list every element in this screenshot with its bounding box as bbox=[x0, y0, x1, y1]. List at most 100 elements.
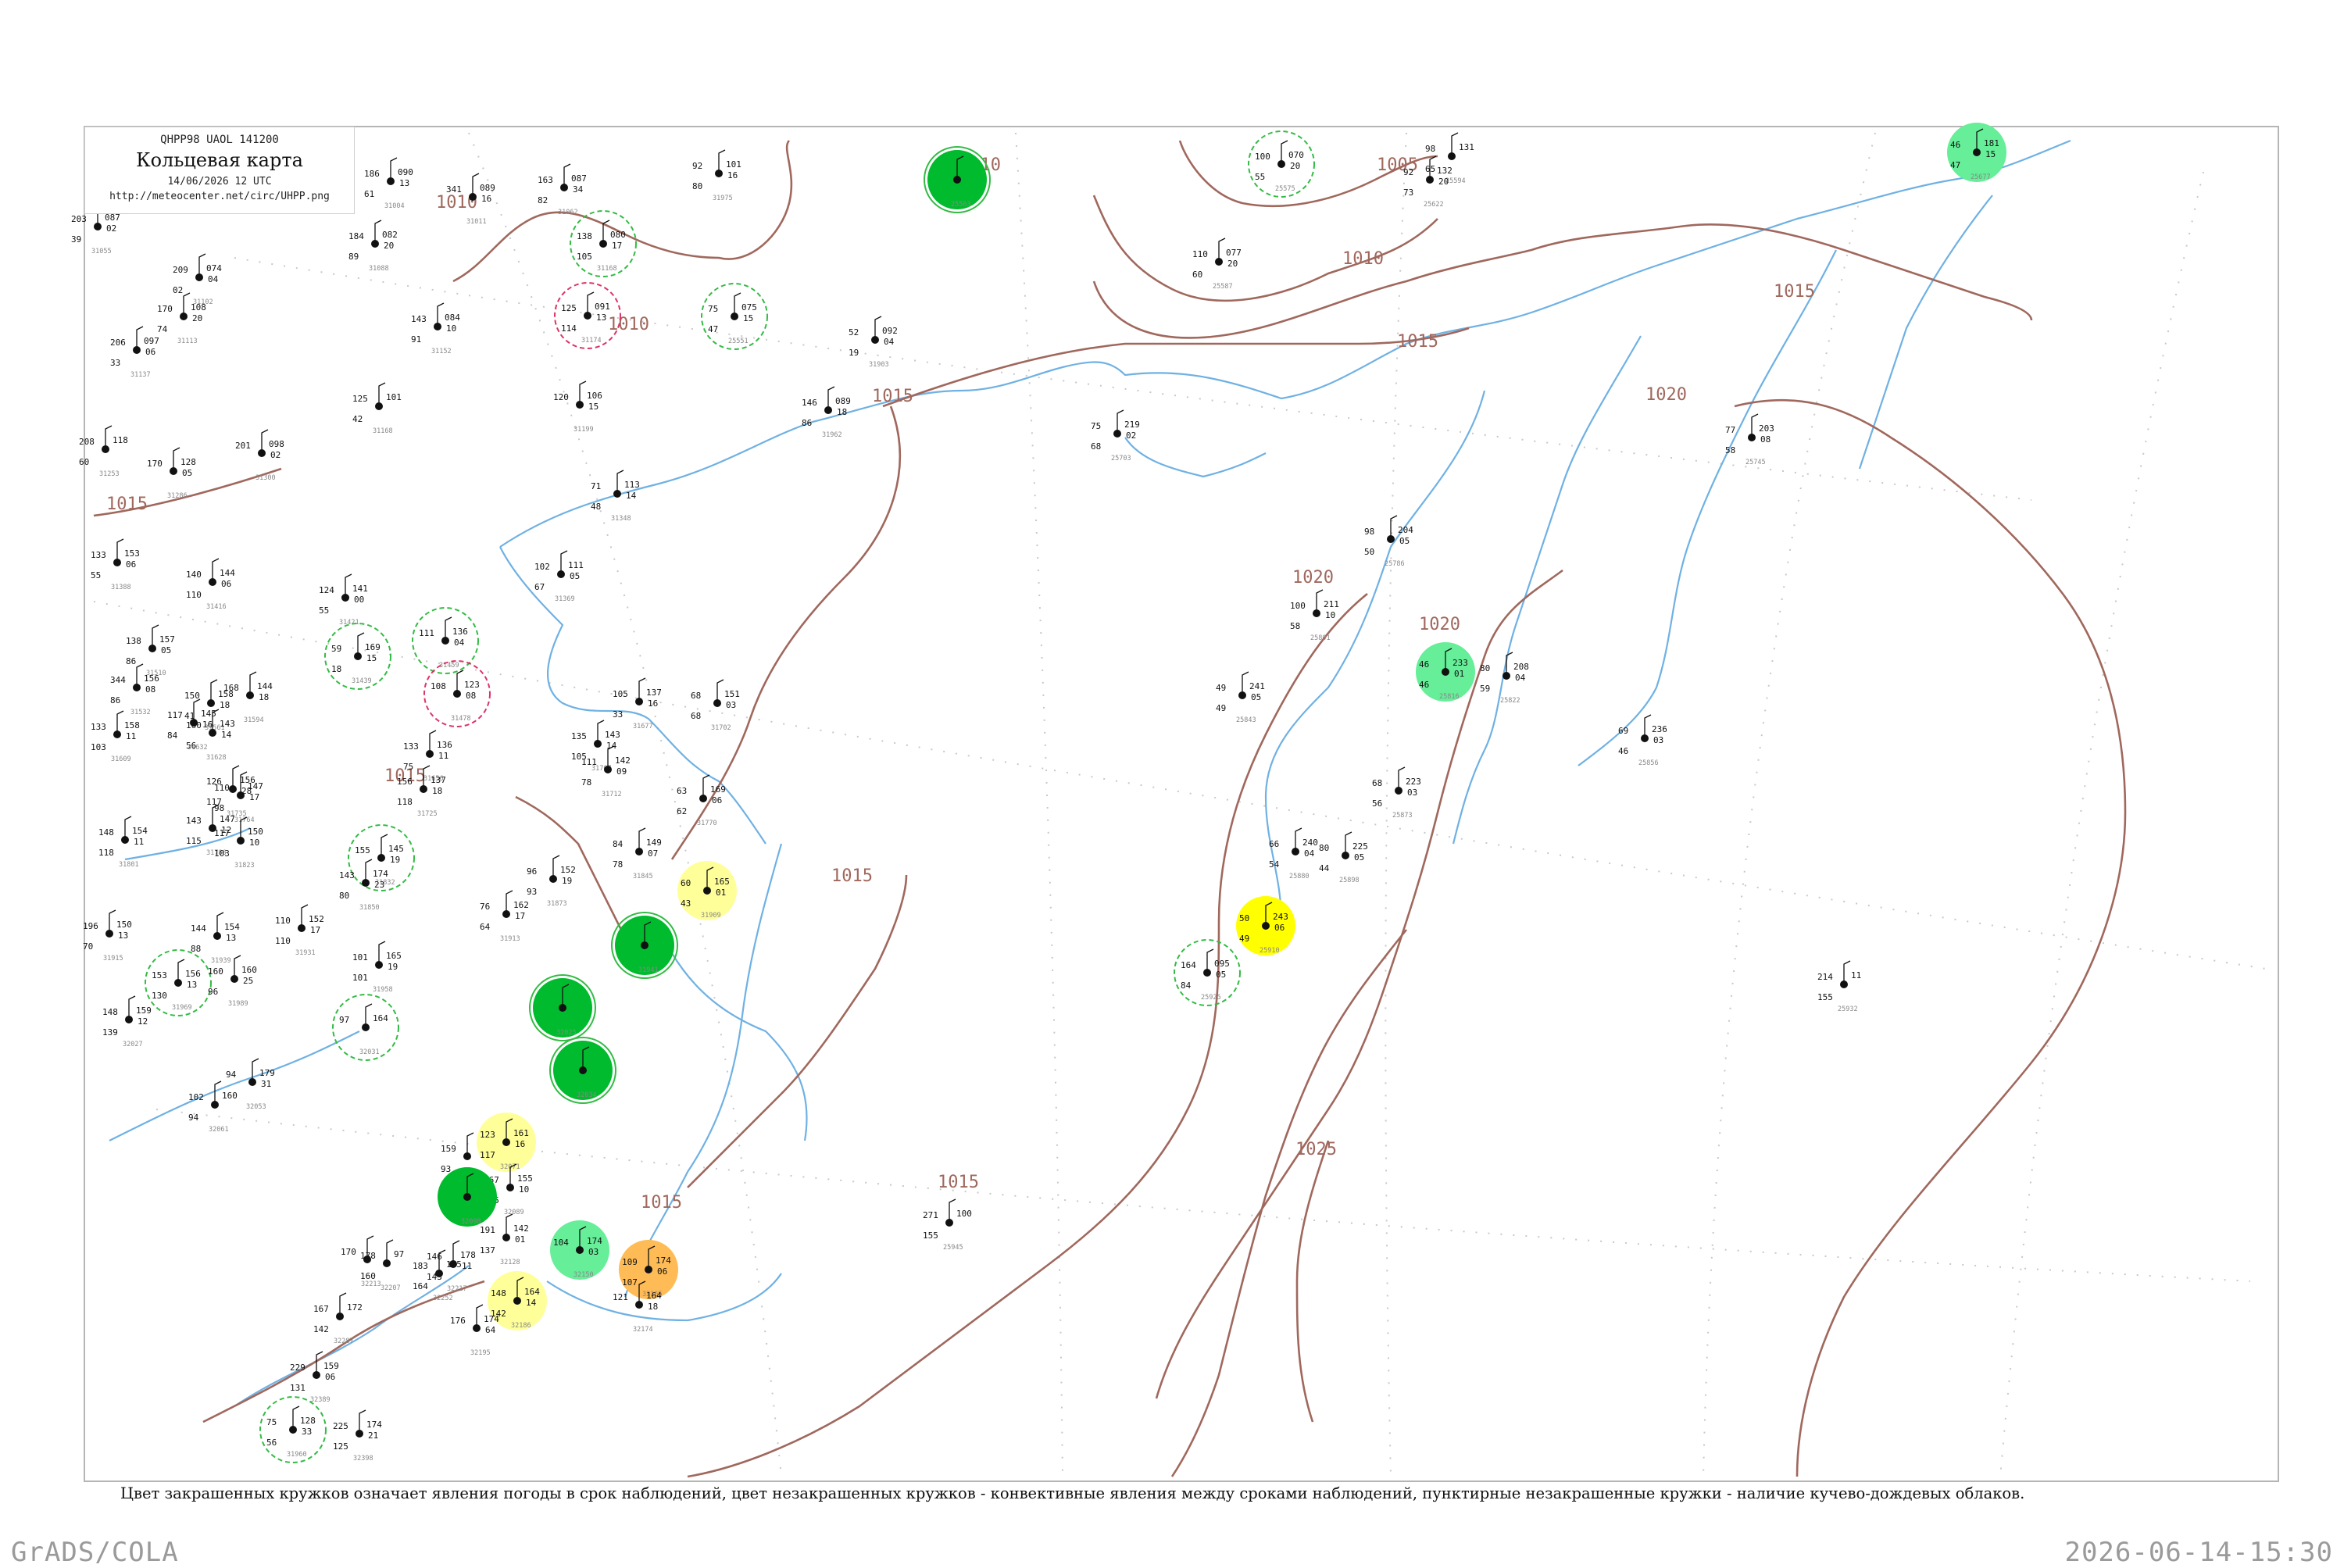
station-31088[interactable]: 184 08220 89 31088 bbox=[348, 220, 398, 273]
pressure-value: 144 bbox=[257, 681, 273, 691]
station-31168[interactable]: 138 08017 105 31168 bbox=[570, 210, 637, 277]
station-31941[interactable]: 31941 bbox=[611, 912, 678, 979]
station-31168b[interactable]: 125 101 42 31168 bbox=[352, 382, 402, 435]
station-32071[interactable]: 123 1611611732071 bbox=[477, 1113, 536, 1172]
station-32025[interactable]: 32025 bbox=[529, 974, 596, 1041]
station-31801[interactable]: 148 15411 118 31801 bbox=[98, 816, 148, 869]
station-31199[interactable]: 120 10615 31199 bbox=[553, 380, 602, 434]
station-25786[interactable]: 98 20405 50 25786 bbox=[1364, 515, 1413, 568]
station-index: 25910 bbox=[1260, 947, 1280, 955]
station-32398[interactable]: 225 17421 125 32398 bbox=[333, 1409, 382, 1463]
station-31137[interactable]: 206 09706 33 31137 bbox=[110, 326, 159, 379]
station-31962[interactable]: 146 08918 86 31962 bbox=[802, 386, 851, 439]
station-31416[interactable]: 140 14406 110 31416 bbox=[186, 558, 235, 611]
pressure-value: 111 bbox=[568, 560, 584, 570]
station-31873[interactable]: 96 15219 93 31873 bbox=[527, 855, 576, 908]
station-31677[interactable]: 105 13716 33 31677 bbox=[613, 677, 662, 730]
temperature-value: 156 bbox=[397, 777, 413, 787]
station-31632[interactable]: 117 14516 84 31632 bbox=[167, 698, 216, 752]
station-31915[interactable]: 196 15013 70 31915 bbox=[83, 909, 132, 963]
station-index: 25873 bbox=[1392, 812, 1413, 820]
station-31850[interactable]: 143 17423 80 31850 bbox=[339, 859, 388, 912]
station-31845[interactable]: 84 14907 78 31845 bbox=[613, 827, 662, 880]
pressure-value: 174 bbox=[373, 869, 388, 879]
station-25843[interactable]: 49 24105 49 25843 bbox=[1216, 671, 1265, 724]
station-index: 31628 bbox=[206, 754, 227, 762]
station-31712[interactable]: 111 14209 78 31712 bbox=[581, 745, 631, 798]
station-31510[interactable]: 138 157058631510 bbox=[126, 624, 175, 677]
station-index: 25945 bbox=[943, 1244, 963, 1252]
station-25703[interactable]: 75 21902 68 25703 bbox=[1091, 409, 1140, 463]
station-25822[interactable]: 80 20804 59 25822 bbox=[1480, 652, 1529, 705]
station-25856[interactable]: 69 23603 46 25856 bbox=[1618, 714, 1667, 767]
station-32027[interactable]: 148 15912 139 32027 bbox=[102, 995, 152, 1048]
station-31152[interactable]: 143 08410 91 31152 bbox=[411, 302, 460, 355]
station-31702[interactable]: 68 15103 68 31702 bbox=[691, 679, 740, 732]
pressure-value: 225 bbox=[1352, 841, 1368, 852]
station-31348[interactable]: 71 11314 48 31348 bbox=[591, 470, 640, 523]
station-25677[interactable]: 46 18115 47 25677 bbox=[1947, 123, 2006, 182]
station-31102[interactable]: 209 074040231102 bbox=[173, 253, 222, 306]
station-25551[interactable]: 75 07515 47 25551 bbox=[701, 283, 768, 350]
station-31960[interactable]: 75 12833 56 31960 bbox=[259, 1396, 327, 1463]
station-index: 31062 bbox=[558, 209, 578, 216]
station-32150[interactable]: 104 17403 32150 bbox=[550, 1220, 609, 1280]
station-31300[interactable]: 201 09802 31300 bbox=[235, 429, 284, 482]
synoptic-map: 1010 1010 1005 1010 1015 1010 1015 1015 … bbox=[71, 123, 2279, 1482]
station-32213[interactable]: 170 32213 bbox=[341, 1235, 381, 1288]
station-31286[interactable]: 170 12805 31286 bbox=[147, 447, 196, 500]
pressure-value: 174 bbox=[656, 1255, 671, 1266]
station-32389[interactable]: 229 15906 131 32389 bbox=[290, 1351, 339, 1404]
station-31609[interactable]: 133 15811 103 31609 bbox=[91, 710, 140, 763]
station-25925[interactable]: 164 09505 84 25925 bbox=[1174, 939, 1241, 1006]
station-25816[interactable]: 46 23301 46 25816 bbox=[1416, 642, 1475, 702]
station-31975[interactable]: 92 10116 80 31975 bbox=[692, 149, 741, 202]
pressure-tendency-value: 18 bbox=[220, 700, 230, 710]
station-32034[interactable]: 32034 bbox=[549, 1037, 616, 1104]
pressure-tendency-value: 10 bbox=[446, 323, 456, 334]
pressure-tendency-value: 16 bbox=[727, 170, 738, 180]
station-25932[interactable]: 214 11 155 25932 bbox=[1817, 960, 1861, 1013]
station-index: 31594 bbox=[244, 716, 264, 724]
station-31931[interactable]: 110 15217 110 31931 bbox=[275, 904, 324, 957]
station-32128[interactable]: 191 14201 137 32128 bbox=[480, 1213, 529, 1266]
station-31004[interactable]: 186 09013 61 31004 bbox=[364, 157, 413, 210]
temperature-value: 203 bbox=[71, 214, 87, 224]
station-32031[interactable]: 97 164 32031 bbox=[332, 994, 399, 1061]
station-31909[interactable]: 60 16501 43 31909 bbox=[677, 861, 737, 920]
station-25575[interactable]: 100 07020 55 25575 bbox=[1248, 130, 1315, 198]
pressure-tendency-value: 17 bbox=[249, 792, 259, 802]
station-25873[interactable]: 68 22303 56 25873 bbox=[1372, 766, 1421, 820]
station-31770[interactable]: 63 16906 62 31770 bbox=[677, 774, 726, 827]
station-25898[interactable]: 80 22505 44 25898 bbox=[1319, 831, 1368, 884]
temperature-value: 124 bbox=[319, 585, 334, 595]
station-25587[interactable]: 110 07720 60 25587 bbox=[1192, 238, 1242, 291]
temperature-value: 117 bbox=[214, 828, 230, 838]
station-32061[interactable]: 102 160 94 32061 bbox=[188, 1080, 238, 1134]
temperature-value: 133 bbox=[91, 550, 106, 560]
temperature-value: 176 bbox=[450, 1316, 466, 1326]
temperature-value: 183 bbox=[413, 1261, 428, 1271]
station-31903[interactable]: 52 09204 19 31903 bbox=[849, 316, 898, 369]
pressure-tendency-value: 06 bbox=[325, 1372, 335, 1382]
temperature-value: 117 bbox=[167, 710, 183, 720]
station-25563[interactable]: 25563 bbox=[924, 146, 991, 213]
station-31388[interactable]: 133 15306 55 31388 bbox=[91, 538, 140, 591]
station-25801[interactable]: 100 21110 58 25801 bbox=[1290, 589, 1339, 642]
station-31439[interactable]: 59 16915 18 31439 bbox=[324, 623, 391, 690]
station-31913[interactable]: 76 16217 64 31913 bbox=[480, 890, 529, 943]
station-25945[interactable]: 271 100 155 25945 bbox=[923, 1198, 972, 1252]
dewpoint-value: 82 bbox=[538, 195, 548, 205]
station-index: 32098 bbox=[461, 1218, 481, 1226]
pressure-tendency-value: 17 bbox=[515, 911, 525, 921]
station-index: 31903 bbox=[869, 361, 889, 369]
pressure-value: 136 bbox=[437, 740, 452, 750]
station-31969[interactable]: 153 15613 130 31969 bbox=[145, 949, 212, 1016]
station-31958[interactable]: 101 16519 101 31958 bbox=[352, 941, 402, 994]
station-31062[interactable]: 163 08734 82 31062 bbox=[538, 163, 587, 216]
station-31253[interactable]: 208 118 60 31253 bbox=[79, 425, 128, 478]
station-31421[interactable]: 124 141005531421 bbox=[319, 573, 368, 627]
station-25910[interactable]: 50 24306 49 25910 bbox=[1236, 896, 1295, 955]
station-32098[interactable]: 32098 bbox=[438, 1167, 497, 1227]
station-31369[interactable]: 102 11105 67 31369 bbox=[534, 550, 584, 603]
